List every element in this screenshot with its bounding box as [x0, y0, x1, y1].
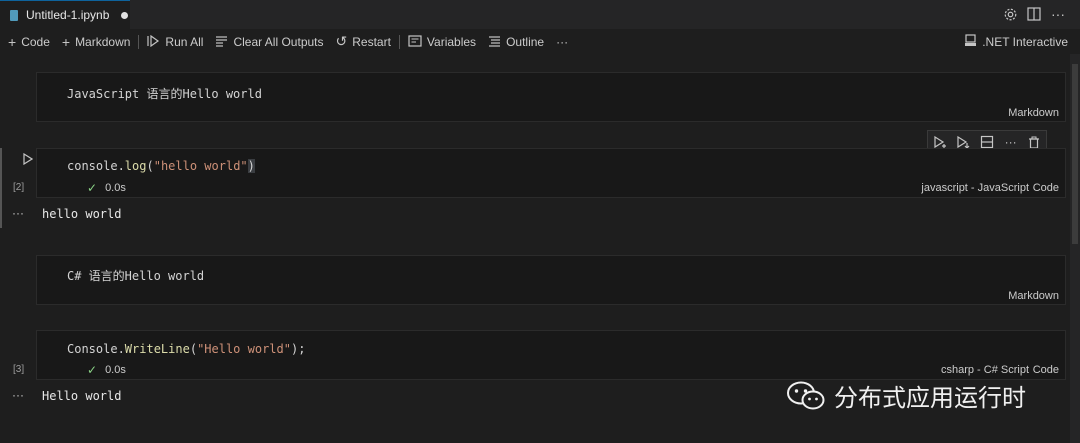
restart-button[interactable]: ↺ Restart: [336, 33, 391, 50]
check-icon: ✓: [87, 181, 98, 195]
gear-icon[interactable]: [1002, 6, 1018, 22]
more-icon[interactable]: ···: [1050, 6, 1066, 22]
markdown-cell[interactable]: JavaScript 语言的Hello world Markdown: [36, 72, 1066, 122]
scrollbar-thumb[interactable]: [1072, 64, 1078, 244]
notebook-toolbar: + Code + Markdown Run All Clear All Output…: [0, 29, 1080, 54]
cell-language-label[interactable]: Markdown: [1008, 107, 1059, 119]
unsaved-dot-icon[interactable]: [121, 11, 129, 19]
focused-cell-indicator: [0, 148, 2, 228]
code-line[interactable]: console.log("hello world"): [67, 159, 255, 173]
cell-kind-label: Code: [1032, 182, 1059, 194]
markdown-cell[interactable]: C# 语言的Hello world Markdown: [36, 255, 1066, 305]
watermark: 分布式应用运行时: [786, 378, 1026, 413]
clear-outputs-icon: [215, 34, 228, 50]
check-icon: ✓: [87, 363, 98, 377]
restart-icon: ↺: [335, 33, 348, 49]
split-editor-icon[interactable]: [1026, 6, 1042, 22]
variables-button[interactable]: Variables: [408, 34, 476, 50]
watermark-text: 分布式应用运行时: [834, 384, 1026, 412]
markdown-text: JavaScript 语言的Hello world: [67, 87, 262, 101]
more-actions-button[interactable]: ···: [556, 35, 568, 49]
variables-icon: [408, 34, 422, 50]
outline-button[interactable]: Outline: [488, 34, 544, 50]
cell-language-label[interactable]: javascript - JavaScript: [921, 182, 1029, 194]
plus-icon: +: [8, 33, 17, 50]
code-cell[interactable]: console.log("hello world") ✓ 0.0s javascr…: [36, 148, 1066, 198]
clear-all-outputs-button[interactable]: Clear All Outputs: [215, 34, 324, 50]
wechat-logo-icon: [786, 380, 826, 412]
toolbar-divider: [138, 34, 140, 49]
cell-language-label[interactable]: Markdown: [1008, 290, 1059, 302]
run-all-button[interactable]: Run All: [147, 34, 203, 50]
toolbar-divider: [398, 34, 400, 49]
cell-language-label[interactable]: csharp - C# Script: [941, 364, 1029, 376]
tab-bar: Untitled-1.ipynb ···: [0, 0, 1080, 29]
execution-count: [2]: [13, 182, 25, 193]
notebook-file-icon: [10, 9, 18, 21]
add-markdown-button[interactable]: + Markdown: [62, 34, 131, 50]
code-line[interactable]: Console.WriteLine("Hello world");: [67, 342, 305, 356]
execution-count: [3]: [13, 364, 25, 375]
cell-kind-label: Code: [1032, 364, 1059, 376]
code-cell[interactable]: Console.WriteLine("Hello world"); ✓ 0.0s …: [36, 330, 1066, 380]
plus-icon: +: [61, 33, 71, 50]
run-all-icon: [147, 34, 160, 50]
run-cell-icon: [23, 153, 33, 165]
cell-status: ✓ 0.0s: [87, 363, 126, 377]
tab-title: Untitled-1.ipynb: [26, 8, 110, 22]
kernel-picker[interactable]: .NET Interactive: [964, 29, 1068, 54]
outline-icon: [488, 34, 501, 50]
cell-output: Hello world: [42, 389, 122, 403]
output-menu-button[interactable]: ···: [12, 388, 24, 402]
add-code-button[interactable]: + Code: [8, 34, 50, 50]
vertical-scrollbar[interactable]: [1070, 54, 1080, 443]
output-menu-button[interactable]: ···: [12, 206, 24, 220]
cell-output: hello world: [42, 207, 122, 221]
markdown-text: C# 语言的Hello world: [67, 269, 205, 283]
kernel-icon: [964, 33, 977, 50]
cell-status: ✓ 0.0s: [87, 181, 126, 195]
editor-actions: ···: [1002, 6, 1066, 22]
editor-tab[interactable]: Untitled-1.ipynb: [0, 0, 130, 29]
